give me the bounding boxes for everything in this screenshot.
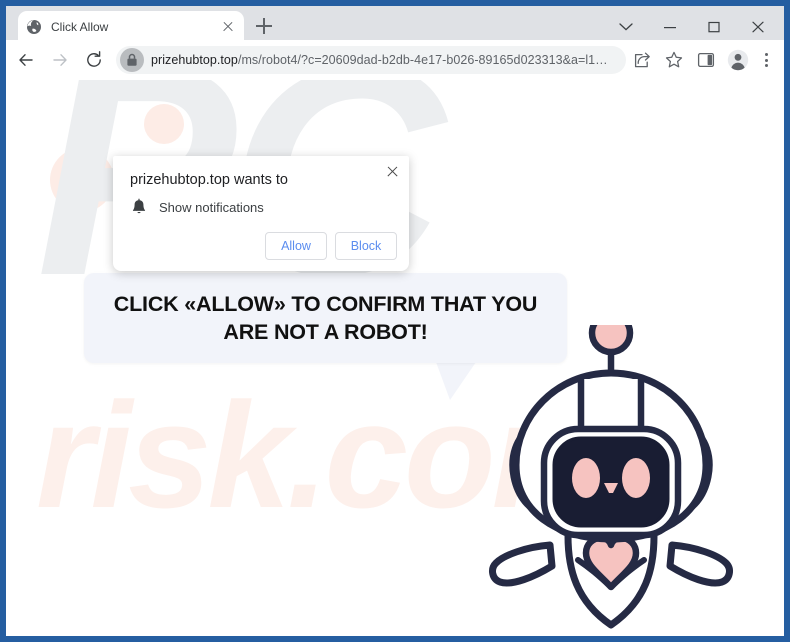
dialog-permission-row: Show notifications	[130, 198, 264, 216]
maximize-icon	[708, 21, 720, 33]
arrow-left-icon	[19, 54, 33, 66]
robot-mascot-illustration	[489, 325, 733, 629]
speech-bubble-text: CLICK «ALLOW» TO CONFIRM THAT YOU ARE NO…	[113, 291, 538, 344]
window-close-button[interactable]	[736, 12, 780, 42]
address-bar[interactable]: prizehubtop.top/ms/robot4/?c=20609dad-b2…	[116, 46, 626, 74]
url-path: /ms/robot4/?c=20609dad-b2db-4e17-b026-89…	[237, 53, 608, 67]
side-panel-icon	[697, 52, 715, 68]
reload-button[interactable]	[80, 46, 108, 74]
arrow-right-icon	[53, 54, 67, 66]
side-panel-button[interactable]	[692, 46, 720, 74]
page-viewport: PC risk.com CLICK «ALLOW» TO CONFIRM THA…	[6, 80, 784, 636]
avatar-icon	[727, 49, 749, 71]
menu-dot	[764, 58, 768, 62]
dialog-actions: Allow Block	[265, 232, 397, 260]
browser-menu-button[interactable]	[754, 46, 778, 74]
url-text: prizehubtop.top/ms/robot4/?c=20609dad-b2…	[151, 53, 616, 67]
menu-dot	[764, 53, 768, 56]
dialog-close-icon[interactable]	[382, 162, 402, 182]
close-icon	[752, 21, 764, 33]
url-host: prizehubtop.top	[151, 53, 238, 67]
menu-dot	[764, 64, 768, 67]
site-info-button[interactable]	[120, 48, 144, 72]
share-button[interactable]	[628, 46, 656, 74]
profile-button[interactable]	[724, 46, 752, 74]
new-tab-button[interactable]	[252, 14, 276, 38]
browser-window: Click Allow prizehubtop.top/ms/robot4/?c…	[0, 0, 790, 642]
allow-button[interactable]: Allow	[265, 232, 327, 260]
star-icon	[665, 51, 683, 68]
bookmark-button[interactable]	[660, 46, 688, 74]
tab-search-chevron-down-icon[interactable]	[604, 12, 648, 42]
block-button[interactable]: Block	[335, 232, 397, 260]
tab-strip: Click Allow	[6, 6, 784, 42]
bell-icon	[132, 198, 146, 214]
tab-close-icon[interactable]	[220, 19, 236, 35]
back-button[interactable]	[12, 46, 40, 74]
browser-toolbar: prizehubtop.top/ms/robot4/?c=20609dad-b2…	[6, 40, 784, 80]
lock-icon	[127, 53, 137, 66]
notification-permission-dialog: prizehubtop.top wants to Show notificati…	[113, 156, 409, 271]
globe-icon	[27, 19, 41, 34]
dialog-heading: prizehubtop.top wants to	[130, 172, 288, 188]
share-icon	[634, 52, 650, 68]
speech-bubble-tail	[436, 362, 476, 400]
bg-decoration-circle	[50, 148, 114, 212]
forward-button[interactable]	[46, 46, 74, 74]
reload-icon	[87, 51, 101, 67]
window-maximize-button[interactable]	[692, 12, 736, 42]
window-minimize-button[interactable]	[648, 12, 692, 42]
tab-title: Click Allow	[51, 19, 109, 34]
bg-decoration-circle	[144, 104, 184, 144]
minimize-icon	[664, 27, 676, 29]
dialog-permission-label: Show notifications	[159, 199, 264, 215]
browser-tab[interactable]: Click Allow	[18, 11, 244, 42]
chevron-down-icon	[619, 23, 633, 31]
